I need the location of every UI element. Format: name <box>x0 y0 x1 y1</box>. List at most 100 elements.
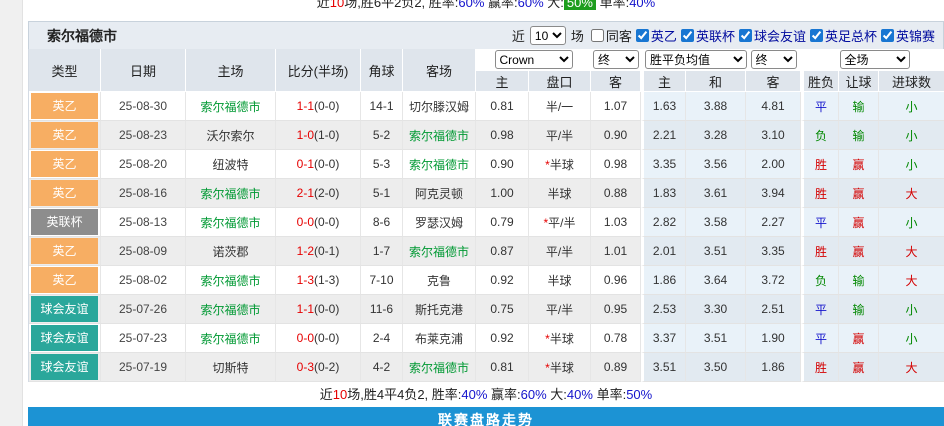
filter-英足总杯[interactable]: 英足总杯 <box>806 26 877 45</box>
handicap-cell: *半球 <box>529 150 591 179</box>
matches-label: 场 <box>571 26 584 45</box>
mean-time-select[interactable]: 终 <box>751 50 797 69</box>
avg-away-odds: 3.35 <box>746 237 801 266</box>
odds-source-select[interactable]: Crown <box>495 50 573 69</box>
home-odds: 0.92 <box>476 266 529 295</box>
halftime-score: (0-2) <box>314 360 339 374</box>
match-history-table: 类型 日期 主场 比分(半场) 角球 客场 Crown 终 胜平负均值 终 全场… <box>28 49 944 382</box>
home-team[interactable]: 诺茨郡 <box>186 237 276 266</box>
corner-score: 11-6 <box>361 295 403 324</box>
avg-home-odds: 1.83 <box>641 179 686 208</box>
table-row: 英乙 25-08-23 沃尔索尔 1-0(1-0) 5-2 索尔福德市 0.98… <box>29 121 944 150</box>
filter-英锦赛[interactable]: 英锦赛 <box>877 26 935 45</box>
handicap-result-cell: 输 <box>839 266 879 295</box>
range-select[interactable]: 10 <box>530 26 566 45</box>
league-badge: 英乙 <box>31 93 98 119</box>
halftime-score: (0-0) <box>314 302 339 316</box>
home-team[interactable]: 索尔福德市 <box>186 92 276 121</box>
score-cell: 2-1(2-0) <box>276 179 361 208</box>
away-team[interactable]: 克鲁 <box>403 266 476 295</box>
filter-球会友谊[interactable]: 球会友谊 <box>735 26 806 45</box>
handicap-value: 半球 <box>550 361 574 375</box>
home-team[interactable]: 沃尔索尔 <box>186 121 276 150</box>
avg-away-odds: 1.90 <box>746 324 801 353</box>
col-score: 比分(半场) <box>276 49 361 92</box>
avg-away-odds: 3.94 <box>746 179 801 208</box>
table-row: 英乙 25-08-02 索尔福德市 1-3(1-3) 7-10 克鲁 0.92 … <box>29 266 944 295</box>
result-cell: 胜 <box>801 237 839 266</box>
spacer <box>28 12 944 21</box>
top-summary-text: 近10场,胜6平2负2, 胜率:60% 赢率:60% 大:50% 单率:40% <box>28 0 944 12</box>
corner-score: 5-1 <box>361 179 403 208</box>
fulltime-score: 1-0 <box>297 128 314 142</box>
home-odds: 0.90 <box>476 150 529 179</box>
filter-英乙[interactable]: 英乙 <box>632 26 677 45</box>
table-row: 英乙 25-08-16 索尔福德市 2-1(2-0) 5-1 阿克灵顿 1.00… <box>29 179 944 208</box>
goals-result-cell: 大 <box>879 179 944 208</box>
goals-result-cell: 小 <box>879 295 944 324</box>
table-row: 英联杯 25-08-13 索尔福德市 0-0(0-0) 8-6 罗瑟汉姆 0.7… <box>29 208 944 237</box>
home-team[interactable]: 索尔福德市 <box>186 266 276 295</box>
away-team[interactable]: 索尔福德市 <box>403 353 476 382</box>
away-team[interactable]: 索尔福德市 <box>403 121 476 150</box>
filter-checkbox[interactable] <box>739 29 752 42</box>
away-odds: 0.95 <box>591 295 641 324</box>
league-badge: 英联杯 <box>31 209 98 235</box>
handicap-cell: 半/一 <box>529 92 591 121</box>
filter-checkbox[interactable] <box>636 29 649 42</box>
handicap-result-cell: 输 <box>839 121 879 150</box>
home-team[interactable]: 索尔福德市 <box>186 324 276 353</box>
away-team[interactable]: 索尔福德市 <box>403 237 476 266</box>
section-banner: 联赛盘路走势 <box>28 407 944 426</box>
odds-time-select[interactable]: 终 <box>593 50 639 69</box>
filter-checkbox[interactable] <box>591 29 604 42</box>
filter-checkbox[interactable] <box>881 29 894 42</box>
col-corner: 角球 <box>361 49 403 92</box>
halftime-score: (0-1) <box>314 244 339 258</box>
avg-draw-odds: 3.30 <box>686 295 746 324</box>
away-team[interactable]: 布莱克浦 <box>403 324 476 353</box>
halftime-score: (0-0) <box>314 157 339 171</box>
previous-section-summary: 近10场,胜6平2负2, 胜率:60% 赢率:60% 大:50% 单率:40% <box>28 0 944 12</box>
page-left-margin <box>0 0 23 426</box>
col-avg-home: 主 <box>641 71 686 92</box>
fulltime-score: 0-0 <box>297 215 314 229</box>
filter-英联杯[interactable]: 英联杯 <box>677 26 735 45</box>
banner-title: 联赛盘路走势 <box>438 412 534 426</box>
col-handicap: 盘口 <box>529 71 591 92</box>
home-odds: 0.81 <box>476 353 529 382</box>
filter-同客[interactable]: 同客 <box>587 26 632 45</box>
mean-odds-select[interactable]: 胜平负均值 <box>645 50 747 69</box>
away-team[interactable]: 斯托克港 <box>403 295 476 324</box>
handicap-result-cell: 输 <box>839 295 879 324</box>
avg-home-odds: 2.53 <box>641 295 686 324</box>
filter-checkbox[interactable] <box>681 29 694 42</box>
handicap-value: 平/半 <box>546 129 573 143</box>
away-team[interactable]: 切尔滕汉姆 <box>403 92 476 121</box>
goals-result-cell: 大 <box>879 237 944 266</box>
home-odds: 0.98 <box>476 121 529 150</box>
away-team[interactable]: 阿克灵顿 <box>403 179 476 208</box>
avg-home-odds: 1.86 <box>641 266 686 295</box>
home-team[interactable]: 索尔福德市 <box>186 295 276 324</box>
away-team[interactable]: 索尔福德市 <box>403 150 476 179</box>
match-date: 25-08-23 <box>101 121 186 150</box>
handicap-result-cell: 赢 <box>839 179 879 208</box>
away-odds: 0.96 <box>591 266 641 295</box>
away-team[interactable]: 罗瑟汉姆 <box>403 208 476 237</box>
avg-draw-odds: 3.51 <box>686 324 746 353</box>
score-cell: 1-1(0-0) <box>276 295 361 324</box>
scope-select[interactable]: 全场 <box>840 50 910 69</box>
away-odds: 1.03 <box>591 208 641 237</box>
home-team[interactable]: 索尔福德市 <box>186 208 276 237</box>
home-odds: 0.92 <box>476 324 529 353</box>
result-cell: 平 <box>801 92 839 121</box>
filter-checkbox[interactable] <box>810 29 823 42</box>
league-badge: 英乙 <box>31 180 98 206</box>
home-team[interactable]: 纽波特 <box>186 150 276 179</box>
page: 近10场,胜6平2负2, 胜率:60% 赢率:60% 大:50% 单率:40% … <box>0 0 944 426</box>
corner-score: 8-6 <box>361 208 403 237</box>
home-team[interactable]: 切斯特 <box>186 353 276 382</box>
home-team[interactable]: 索尔福德市 <box>186 179 276 208</box>
handicap-result-cell: 赢 <box>839 150 879 179</box>
